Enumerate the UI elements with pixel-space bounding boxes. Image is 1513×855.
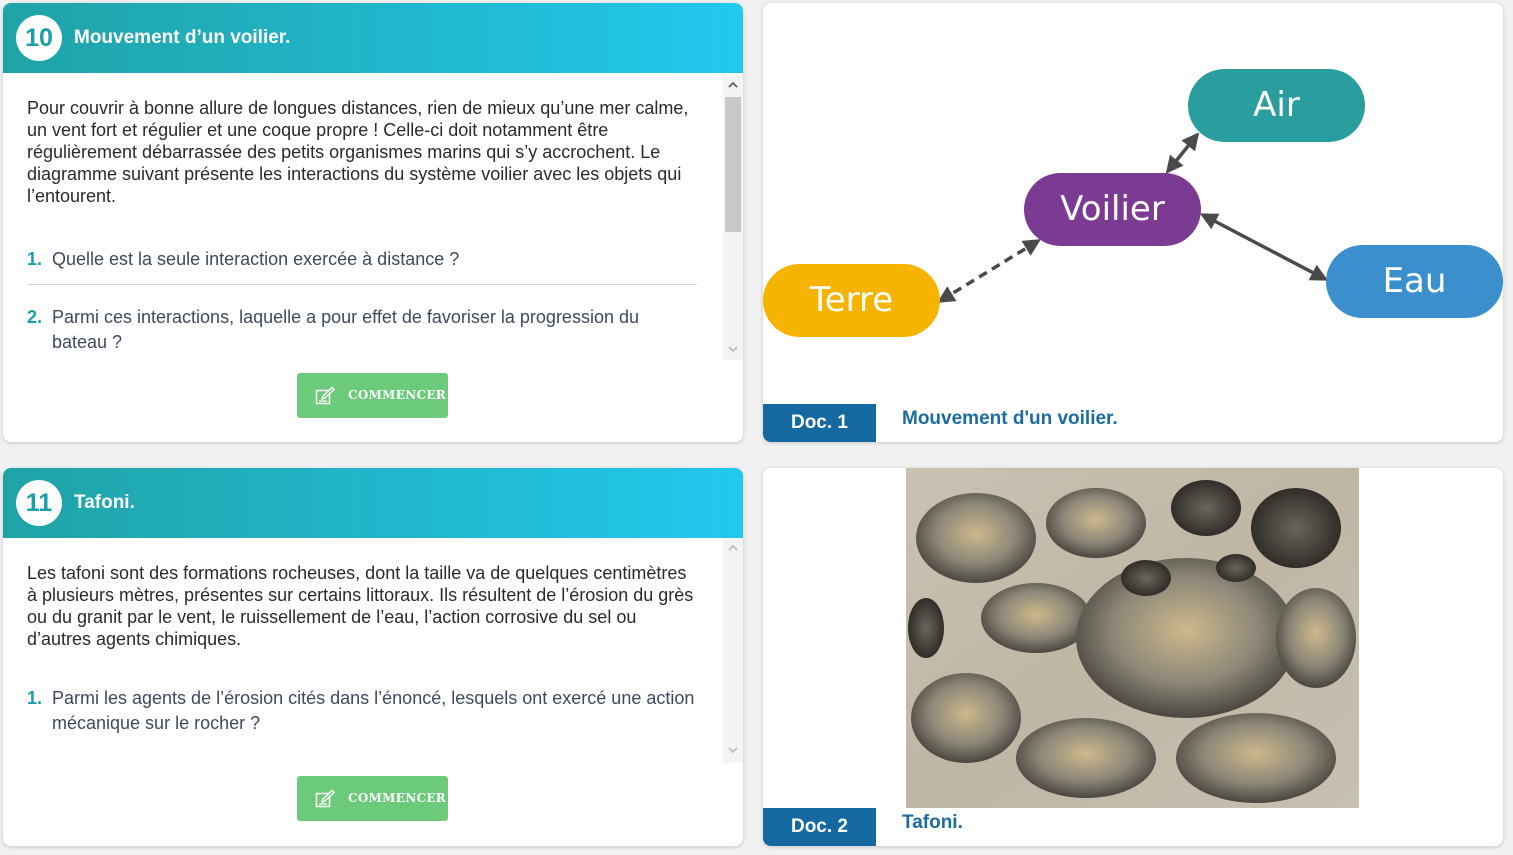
question-number: 2. (27, 307, 43, 327)
content-scrollbar[interactable] (723, 538, 743, 763)
exercise-number-badge: 10 (16, 15, 62, 61)
chevron-down-icon[interactable] (728, 746, 738, 756)
question-number: 1. (27, 688, 43, 708)
document-card-2: Doc. 2 Tafoni. (763, 468, 1503, 846)
question-text: Parmi ces interactions, laquelle a pour … (52, 307, 639, 352)
exercise-intro: Les tafoni sont des formations rocheuses… (27, 563, 694, 649)
question-item: 1. Parmi les agents de l’érosion cités d… (27, 686, 699, 736)
exercise-title: Tafoni. (74, 492, 135, 513)
exercise-card-11: 11 Tafoni. Les tafoni sont des formation… (3, 468, 743, 846)
start-button-label: COMMENCER (348, 791, 447, 805)
document-footer: Doc. 2 Tafoni. (763, 808, 1503, 846)
interaction-arrow-air (1165, 132, 1200, 174)
chevron-up-icon[interactable] (728, 81, 738, 91)
question-item: 1. Quelle est la seule interaction exerc… (27, 247, 699, 272)
interaction-arrow-terre (937, 239, 1041, 303)
exercise-content[interactable]: Les tafoni sont des formations rocheuses… (3, 538, 723, 763)
exercise-number-badge: 11 (16, 480, 62, 526)
exercise-content[interactable]: Pour couvrir à bonne allure de longues d… (3, 73, 723, 358)
exercise-header: 11 Tafoni. (3, 468, 743, 538)
tafoni-photo (906, 468, 1359, 808)
document-card-1: Air Voilier Eau Terre Doc. 1 Mouvement d… (763, 3, 1503, 442)
question-text: Parmi les agents de l’érosion cités dans… (52, 688, 695, 733)
exercise-header: 10 Mouvement d’un voilier. (3, 3, 743, 73)
exercise-card-10: 10 Mouvement d’un voilier. Pour couvrir … (3, 3, 743, 442)
scrollbar-thumb[interactable] (725, 97, 741, 232)
exercise-title: Mouvement d’un voilier. (74, 27, 291, 48)
question-item: 2. Parmi ces interactions, laquelle a po… (27, 305, 699, 355)
exercise-intro: Pour couvrir à bonne allure de longues d… (27, 98, 689, 206)
start-button[interactable]: COMMENCER (297, 373, 448, 418)
edit-icon (315, 789, 336, 809)
start-button-label: COMMENCER (348, 388, 447, 402)
question-text: Quelle est la seule interaction exercée … (52, 249, 460, 269)
diagram-node-air: Air (1188, 69, 1365, 142)
question-number: 1. (27, 249, 43, 269)
document-footer: Doc. 1 Mouvement d'un voilier. (763, 404, 1503, 442)
diagram-node-voilier: Voilier (1024, 173, 1201, 246)
document-tag: Doc. 1 (763, 404, 876, 442)
document-caption: Tafoni. (902, 812, 963, 833)
document-caption: Mouvement d'un voilier. (902, 408, 1118, 429)
interaction-arrow-eau (1199, 213, 1329, 281)
chevron-down-icon[interactable] (728, 345, 738, 355)
edit-icon (315, 386, 336, 406)
chevron-up-icon[interactable] (728, 544, 738, 554)
diagram-node-terre: Terre (763, 264, 940, 337)
diagram-node-eau: Eau (1326, 245, 1503, 318)
content-scrollbar[interactable] (723, 75, 743, 360)
question-divider (27, 284, 697, 285)
document-tag: Doc. 2 (763, 808, 876, 846)
start-button[interactable]: COMMENCER (297, 776, 448, 821)
